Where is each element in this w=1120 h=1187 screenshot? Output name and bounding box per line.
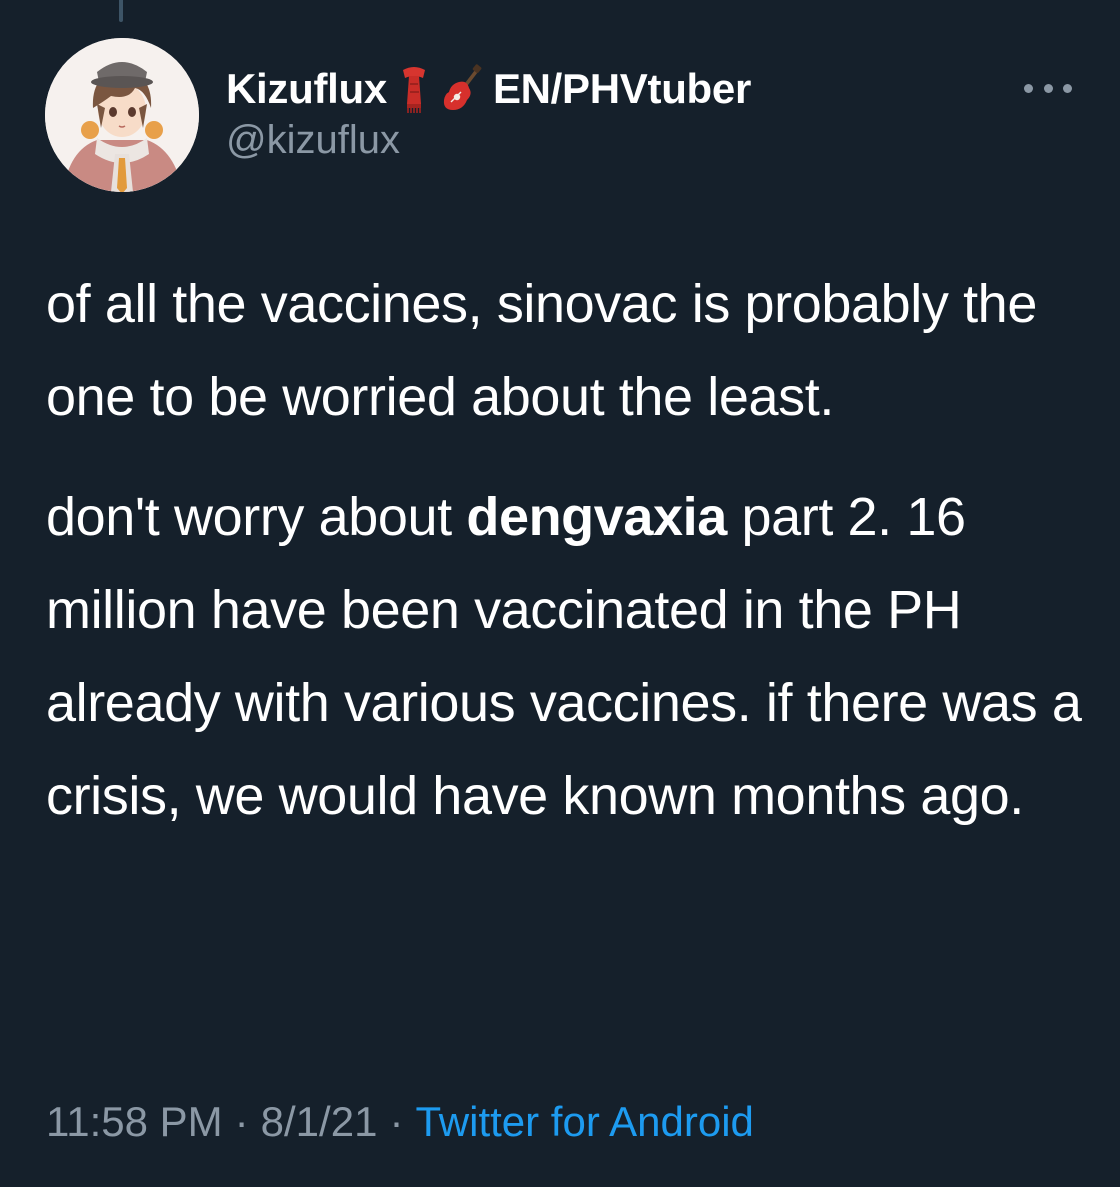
scarf-emoji-icon	[393, 64, 435, 114]
more-horizontal-icon[interactable]	[1024, 76, 1072, 100]
guitar-emoji-icon	[441, 64, 483, 114]
tweet-paragraph: of all the vaccines, sinovac is probably…	[46, 274, 1037, 427]
display-name[interactable]: Kizuflux	[226, 65, 387, 113]
meta-separator: ·	[234, 1098, 249, 1145]
tweet-date[interactable]: 8/1/21	[261, 1098, 378, 1145]
tweet-text: of all the vaccines, sinovac is probably…	[46, 258, 1086, 843]
tweet-text-segment: don't worry about	[46, 487, 467, 547]
more-dot	[1043, 83, 1053, 93]
thread-connector-line	[119, 0, 123, 22]
author-name-row[interactable]: Kizuflux EN/PHVtuber	[226, 64, 751, 114]
tweet-metadata: 11:58 PM · 8/1/21 · Twitter for Android	[46, 1098, 754, 1146]
more-dot	[1063, 83, 1072, 93]
avatar[interactable]	[45, 38, 199, 192]
tweet-source-link[interactable]: Twitter for Android	[415, 1098, 753, 1145]
display-name-suffix[interactable]: EN/PHVtuber	[493, 65, 751, 113]
tweet-paragraph: don't worry about dengvaxia part 2. 16 m…	[46, 471, 1086, 843]
tweet-time[interactable]: 11:58 PM	[46, 1098, 223, 1145]
tweet-bold-text: dengvaxia	[466, 487, 727, 547]
meta-separator: ·	[389, 1098, 404, 1145]
more-dot	[1024, 83, 1033, 93]
avatar-image	[45, 38, 199, 192]
author-handle[interactable]: @kizuflux	[226, 118, 400, 163]
